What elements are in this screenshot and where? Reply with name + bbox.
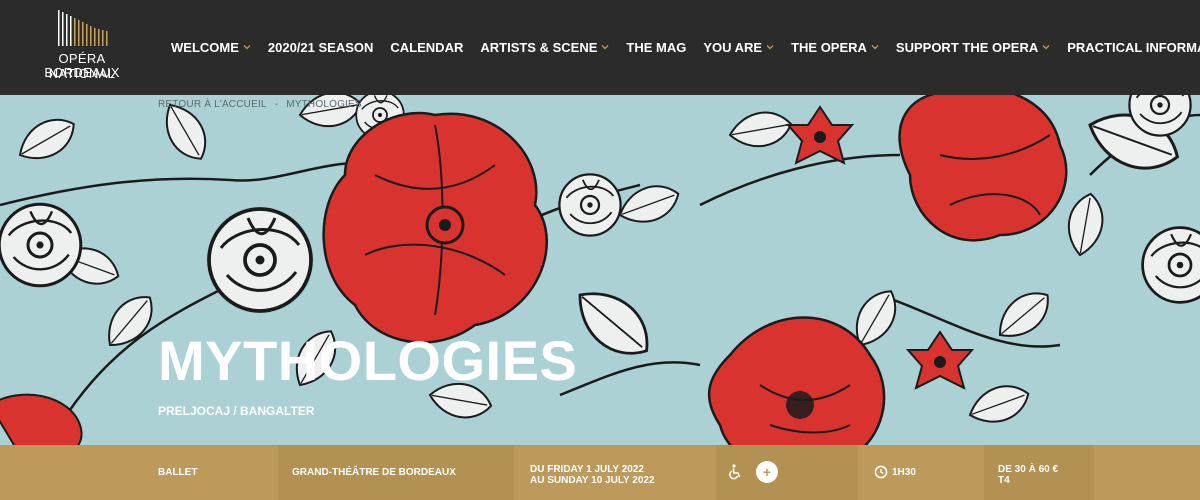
nav-item-label: YOU ARE	[703, 39, 763, 55]
wheelchair-icon	[729, 464, 741, 480]
nav-item-support-the-opera[interactable]: SUPPORT THE OPERA	[896, 37, 1050, 57]
date-to: AU SUNDAY 10 JULY 2022	[530, 475, 655, 486]
tram-line: T4	[998, 475, 1010, 486]
nav-item-2020-21-season[interactable]: 2020/21 SEASON	[268, 37, 374, 57]
chevron-down-icon	[243, 45, 251, 50]
price-cell: DE 30 À 60 € T4	[984, 445, 1094, 500]
dates-text: DU FRIDAY 1 JULY 2022 AU SUNDAY 10 JULY …	[530, 464, 655, 486]
chevron-down-icon	[871, 45, 879, 50]
nav-item-label: 2020/21 SEASON	[267, 39, 374, 55]
top-navigation-bar: OPÉRA NATIONAL BORDEAUX WELCOME 2020/21 S…	[0, 0, 1200, 95]
nav-item-label: THE MAG	[626, 39, 687, 55]
page-title: MYTHOLOGIES	[158, 329, 578, 392]
nav-item-calendar[interactable]: CALENDAR	[390, 37, 463, 57]
nav-item-label: CALENDAR	[390, 39, 464, 55]
nav-item-label: WELCOME	[171, 39, 239, 55]
nav-item-practical-information[interactable]: PRACTICAL INFORMATION	[1067, 37, 1200, 57]
venue-label: GRAND-THÉÂTRE DE BORDEAUX	[292, 467, 456, 478]
dates-cell: DU FRIDAY 1 JULY 2022 AU SUNDAY 10 JULY …	[514, 445, 716, 500]
main-menu: WELCOME 2020/21 SEASON CALENDAR ARTISTS & S…	[171, 37, 1200, 57]
venue-cell: GRAND-THÉÂTRE DE BORDEAUX	[278, 445, 514, 500]
page-subtitle: PRELJOCAJ / BANGALTER	[158, 404, 315, 418]
event-info-bar: BALLET GRAND-THÉÂTRE DE BORDEAUX DU FRID…	[0, 445, 1200, 500]
nav-item-welcome[interactable]: WELCOME	[171, 37, 251, 57]
date-from: DU FRIDAY 1 JULY 2022	[530, 464, 644, 475]
site-logo[interactable]: OPÉRA NATIONAL BORDEAUX	[24, 10, 144, 86]
genre-label: BALLET	[158, 467, 198, 478]
genre-cell: BALLET	[0, 445, 278, 500]
nav-item-label: PRACTICAL INFORMATION	[1067, 39, 1200, 55]
nav-item-label: ARTISTS & SCENE	[480, 39, 598, 55]
clock-icon	[874, 465, 888, 479]
breadcrumb-home-link[interactable]: RETOUR À L'ACCUEIL	[158, 99, 267, 110]
nav-item-you-are[interactable]: YOU ARE	[703, 37, 774, 57]
logo-pipes-icon	[58, 10, 108, 46]
plus-icon: +	[762, 464, 772, 480]
duration-label: 1H30	[892, 467, 916, 478]
breadcrumb: RETOUR À L'ACCUEIL - MYTHOLOGIES	[158, 99, 362, 110]
logo-text-line2: BORDEAUX	[44, 65, 120, 80]
floral-pattern-image	[0, 95, 1200, 445]
nav-item-artists-scene[interactable]: ARTISTS & SCENE	[480, 37, 609, 57]
nav-item-the-opera[interactable]: THE OPERA	[791, 37, 879, 57]
accessibility-expand-button[interactable]: +	[756, 461, 778, 483]
hero-banner: MYTHOLOGIES PRELJOCAJ / BANGALTER	[0, 95, 1200, 445]
price-text: DE 30 À 60 € T4	[998, 464, 1058, 486]
chevron-down-icon	[601, 45, 609, 50]
chevron-down-icon	[1042, 45, 1050, 50]
chevron-down-icon	[766, 45, 774, 50]
price-range: DE 30 À 60 €	[998, 464, 1059, 475]
nav-item-label: THE OPERA	[791, 39, 867, 55]
nav-item-the-mag[interactable]: THE MAG	[626, 37, 686, 57]
breadcrumb-separator: -	[274, 99, 279, 110]
breadcrumb-current: MYTHOLOGIES	[286, 99, 362, 110]
nav-item-label: SUPPORT THE OPERA	[895, 39, 1039, 55]
